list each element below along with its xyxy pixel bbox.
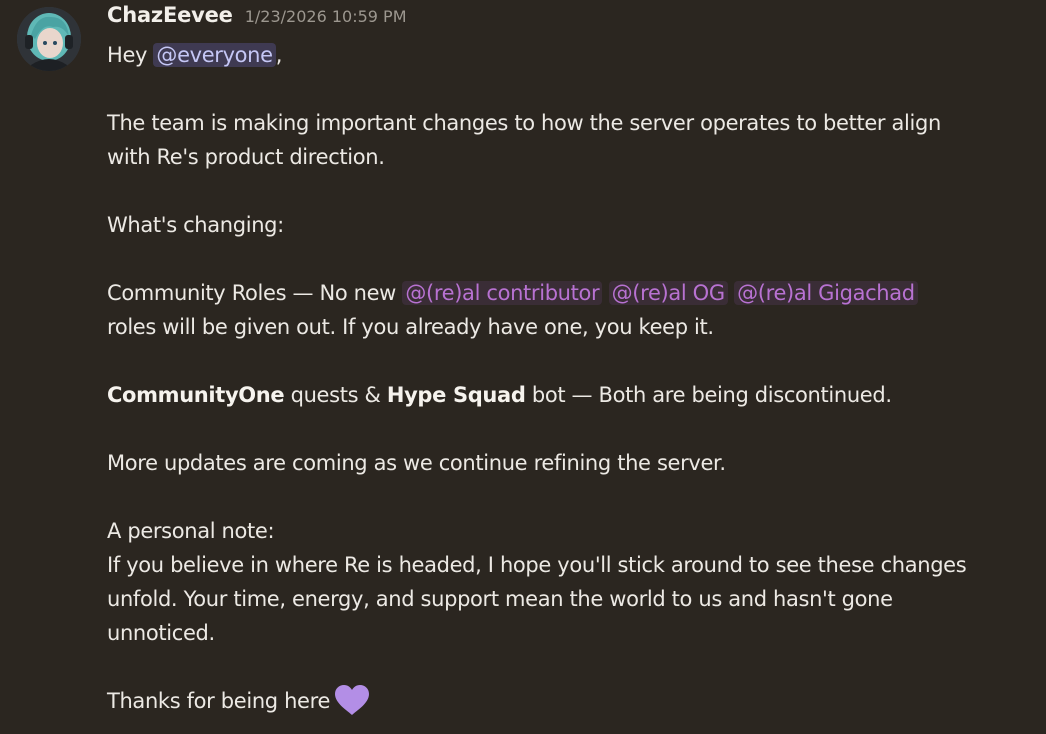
roles-line: Community Roles — No new @(re)al contrib…	[107, 276, 1027, 310]
bot-line: CommunityOne quests & Hype Squad bot — B…	[107, 378, 1027, 412]
thanks-text: Thanks for being here	[107, 689, 331, 713]
bold-hype-squad: Hype Squad	[386, 383, 526, 407]
greeting-comma: ,	[275, 43, 283, 67]
message-header: ChazEevee 1/23/2026 10:59 PM	[107, 0, 1027, 38]
roles-line-2: roles will be given out. If you already …	[107, 315, 714, 339]
greeting-line: Hey @everyone,	[107, 38, 1027, 72]
note-heading: A personal note:	[107, 519, 275, 543]
intro-line: The team is making important changes to …	[107, 111, 941, 135]
bold-communityone: CommunityOne	[107, 383, 285, 407]
note-line: unfold. Your time, energy, and support m…	[107, 587, 893, 611]
message-timestamp: 1/23/2026 10:59 PM	[244, 7, 407, 26]
updates-line: More updates are coming as we continue r…	[107, 451, 726, 475]
note-line: unnoticed.	[107, 621, 215, 645]
chat-message: ChazEevee 1/23/2026 10:59 PM Hey @everyo…	[107, 0, 1027, 718]
changing-heading: What's changing:	[107, 213, 284, 237]
roles-prefix: Community Roles — No new	[107, 281, 403, 305]
purple-heart-icon[interactable]	[334, 684, 370, 716]
note-line: If you believe in where Re is headed, I …	[107, 553, 967, 577]
intro-line: with Re's product direction.	[107, 145, 385, 169]
role-mention-contributor[interactable]: @(re)al contributor	[402, 281, 603, 305]
author-name[interactable]: ChazEevee	[107, 3, 233, 27]
bot-text-2: bot — Both are being discontinued.	[525, 383, 892, 407]
role-mention-gigachad[interactable]: @(re)al Gigachad	[734, 281, 918, 305]
mention-everyone[interactable]: @everyone	[153, 43, 276, 67]
thanks-line: Thanks for being here	[107, 684, 1027, 718]
bot-text-1: quests &	[284, 383, 387, 407]
avatar[interactable]	[17, 7, 81, 71]
role-mention-og[interactable]: @(re)al OG	[608, 281, 728, 305]
greeting-text: Hey	[107, 43, 154, 67]
